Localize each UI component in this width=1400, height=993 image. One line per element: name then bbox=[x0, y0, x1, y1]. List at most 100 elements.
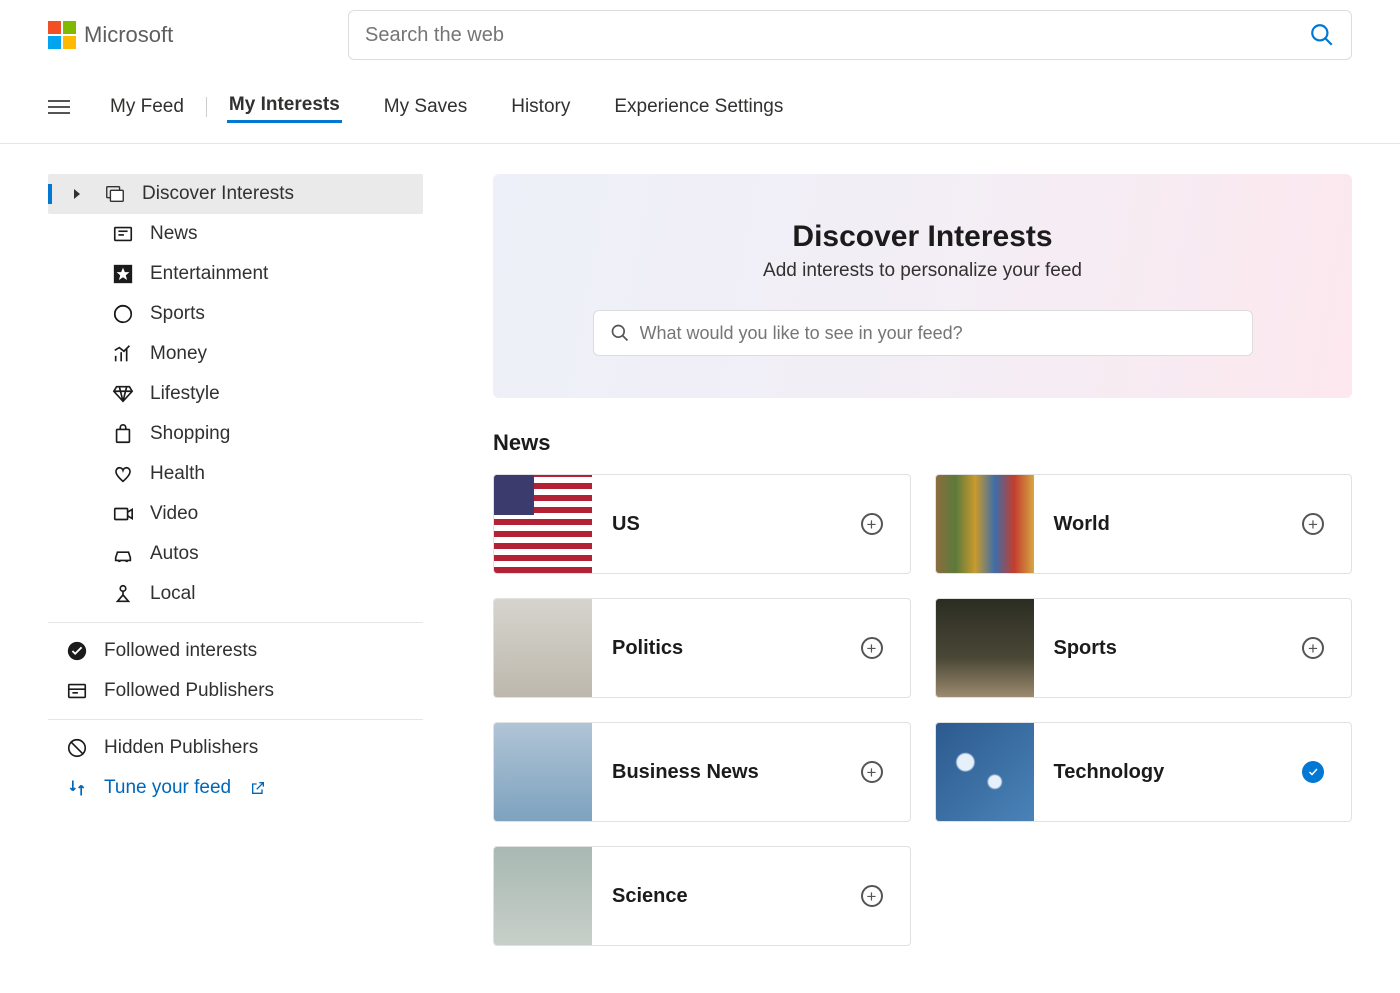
main-content: Discover Interests News Entertainment Spor… bbox=[0, 144, 1400, 976]
news-icon bbox=[112, 223, 134, 245]
card-thumbnail bbox=[494, 723, 592, 821]
sidebar-tune-feed[interactable]: Tune your feed bbox=[48, 768, 423, 808]
sidebar-item-label: Autos bbox=[150, 543, 199, 565]
sidebar-category-sports[interactable]: Sports bbox=[48, 294, 423, 334]
header-search[interactable] bbox=[348, 10, 1352, 60]
interests-icon bbox=[104, 183, 126, 205]
nav-separator bbox=[206, 97, 207, 117]
card-thumbnail bbox=[494, 599, 592, 697]
sidebar-item-label: Discover Interests bbox=[142, 183, 294, 205]
sidebar: Discover Interests News Entertainment Spor… bbox=[48, 174, 423, 946]
sidebar-category-local[interactable]: Local bbox=[48, 574, 423, 614]
card-label: Politics bbox=[592, 637, 848, 660]
sidebar-category-lifestyle[interactable]: Lifestyle bbox=[48, 374, 423, 414]
card-action[interactable]: + bbox=[1289, 624, 1337, 672]
sidebar-item-label: Tune your feed bbox=[104, 777, 231, 799]
card-label: Technology bbox=[1034, 761, 1290, 784]
interest-card-world[interactable]: World + bbox=[935, 474, 1353, 574]
card-thumbnail bbox=[936, 475, 1034, 573]
interest-card-technology[interactable]: Technology bbox=[935, 722, 1353, 822]
card-label: Business News bbox=[592, 761, 848, 784]
interest-card-grid: US + World + Politics + Sports + Business News + T… bbox=[493, 474, 1352, 946]
blocked-icon bbox=[66, 737, 88, 759]
card-thumbnail bbox=[494, 847, 592, 945]
card-action[interactable] bbox=[1289, 748, 1337, 796]
sidebar-item-label: Health bbox=[150, 463, 205, 485]
sidebar-followed-publishers[interactable]: Followed Publishers bbox=[48, 671, 423, 711]
interest-card-sports[interactable]: Sports + bbox=[935, 598, 1353, 698]
car-icon bbox=[112, 543, 134, 565]
tune-icon bbox=[66, 777, 88, 799]
external-link-icon bbox=[247, 777, 269, 799]
card-action[interactable]: + bbox=[848, 500, 896, 548]
header: Microsoft bbox=[0, 0, 1400, 72]
ball-icon bbox=[112, 303, 134, 325]
card-thumbnail bbox=[936, 599, 1034, 697]
main-nav: My Feed My Interests My Saves History Ex… bbox=[0, 72, 1400, 144]
add-plus-icon[interactable]: + bbox=[1302, 637, 1324, 659]
sidebar-item-label: Sports bbox=[150, 303, 205, 325]
sidebar-item-label: Local bbox=[150, 583, 195, 605]
sidebar-category-entertainment[interactable]: Entertainment bbox=[48, 254, 423, 294]
sidebar-category-shopping[interactable]: Shopping bbox=[48, 414, 423, 454]
nav-my-interests[interactable]: My Interests bbox=[227, 90, 342, 123]
sidebar-category-health[interactable]: Health bbox=[48, 454, 423, 494]
selected-check-icon[interactable] bbox=[1302, 761, 1324, 783]
interest-card-science[interactable]: Science + bbox=[493, 846, 911, 946]
brand-name: Microsoft bbox=[84, 22, 173, 48]
heart-icon bbox=[112, 463, 134, 485]
sidebar-discover-interests[interactable]: Discover Interests bbox=[48, 174, 423, 214]
chevron-right-icon bbox=[66, 183, 88, 205]
bag-icon bbox=[112, 423, 134, 445]
interest-card-us[interactable]: US + bbox=[493, 474, 911, 574]
sidebar-item-label: Followed interests bbox=[104, 640, 257, 662]
search-input[interactable] bbox=[365, 24, 1309, 47]
add-plus-icon[interactable]: + bbox=[861, 513, 883, 535]
sidebar-item-label: Shopping bbox=[150, 423, 230, 445]
nav-history[interactable]: History bbox=[509, 92, 572, 122]
sidebar-item-label: News bbox=[150, 223, 198, 245]
card-label: World bbox=[1034, 513, 1290, 536]
add-plus-icon[interactable]: + bbox=[861, 761, 883, 783]
nav-experience-settings[interactable]: Experience Settings bbox=[612, 92, 785, 122]
search-icon[interactable] bbox=[1309, 22, 1335, 48]
interest-card-politics[interactable]: Politics + bbox=[493, 598, 911, 698]
sidebar-hidden-publishers[interactable]: Hidden Publishers bbox=[48, 728, 423, 768]
card-thumbnail bbox=[936, 723, 1034, 821]
interest-card-business-news[interactable]: Business News + bbox=[493, 722, 911, 822]
search-icon bbox=[610, 323, 630, 343]
card-action[interactable]: + bbox=[1289, 500, 1337, 548]
content-column: Discover Interests Add interests to pers… bbox=[493, 174, 1352, 946]
sidebar-category-news[interactable]: News bbox=[48, 214, 423, 254]
discover-hero: Discover Interests Add interests to pers… bbox=[493, 174, 1352, 398]
nav-my-feed[interactable]: My Feed bbox=[108, 92, 186, 122]
sidebar-category-video[interactable]: Video bbox=[48, 494, 423, 534]
card-thumbnail bbox=[494, 475, 592, 573]
microsoft-logo-icon bbox=[48, 21, 76, 49]
card-label: US bbox=[592, 513, 848, 536]
publishers-icon bbox=[66, 680, 88, 702]
sidebar-followed-interests[interactable]: Followed interests bbox=[48, 631, 423, 671]
brand-logo-area[interactable]: Microsoft bbox=[48, 21, 328, 49]
hero-title: Discover Interests bbox=[533, 220, 1312, 254]
hamburger-menu-icon[interactable] bbox=[48, 100, 70, 114]
sidebar-item-label: Lifestyle bbox=[150, 383, 220, 405]
card-label: Sports bbox=[1034, 637, 1290, 660]
check-circle-icon bbox=[66, 640, 88, 662]
hero-search[interactable] bbox=[593, 310, 1253, 356]
nav-my-saves[interactable]: My Saves bbox=[382, 92, 469, 122]
add-plus-icon[interactable]: + bbox=[1302, 513, 1324, 535]
interest-search-input[interactable] bbox=[640, 323, 1236, 344]
sidebar-category-autos[interactable]: Autos bbox=[48, 534, 423, 574]
card-action[interactable]: + bbox=[848, 748, 896, 796]
card-action[interactable]: + bbox=[848, 624, 896, 672]
add-plus-icon[interactable]: + bbox=[861, 885, 883, 907]
sidebar-category-money[interactable]: Money bbox=[48, 334, 423, 374]
chart-icon bbox=[112, 343, 134, 365]
card-label: Science bbox=[592, 885, 848, 908]
star-icon bbox=[112, 263, 134, 285]
add-plus-icon[interactable]: + bbox=[861, 637, 883, 659]
diamond-icon bbox=[112, 383, 134, 405]
card-action[interactable]: + bbox=[848, 872, 896, 920]
pin-icon bbox=[112, 583, 134, 605]
